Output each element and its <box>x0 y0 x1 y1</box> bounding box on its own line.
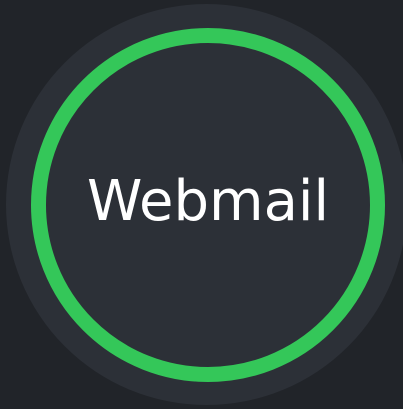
webmail-app-label: Webmail <box>86 169 330 234</box>
webmail-app-button[interactable]: Webmail <box>31 28 385 382</box>
app-launcher-canvas: Webmail <box>0 0 403 409</box>
